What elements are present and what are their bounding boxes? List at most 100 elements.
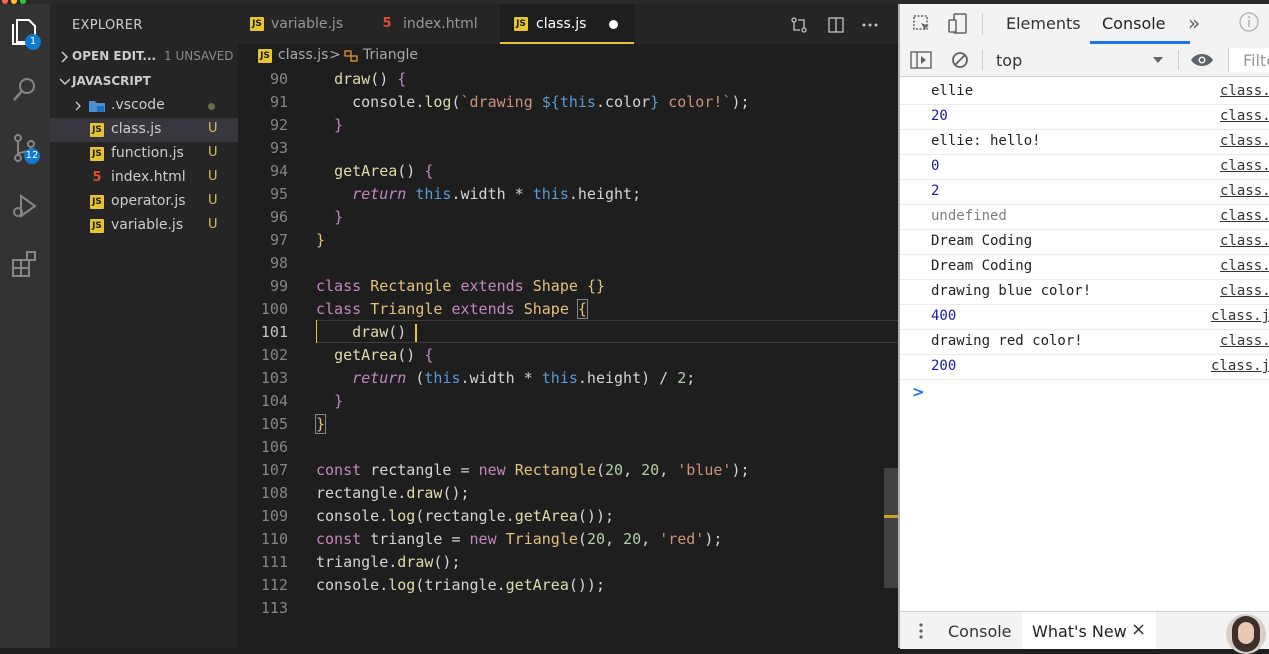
log-source-link[interactable]: class. [1220, 279, 1269, 304]
dropdown-arrow-icon [1153, 57, 1163, 63]
file-name: variable.js [111, 217, 184, 233]
drawer-tab-label: What's New [1032, 622, 1127, 641]
js-file-icon: JS [258, 49, 272, 63]
log-source-link[interactable]: class. [1220, 104, 1269, 129]
context-value: top [996, 51, 1023, 70]
scrollbar-cursor-marker [884, 515, 898, 518]
console-prompt[interactable]: > [912, 383, 925, 401]
clear-console-icon[interactable] [950, 50, 970, 70]
log-entry: 400 class.j [900, 304, 1269, 330]
tab-elements[interactable]: Elements [1006, 14, 1081, 33]
code-line: 107 const rectangle = new Rectangle(20, 2… [260, 461, 750, 479]
unsaved-count-badge: 1 UNSAVED [164, 49, 234, 63]
log-source-link[interactable]: class. [1220, 229, 1269, 254]
log-entry: ellie: hello! class. [900, 129, 1269, 155]
tab-variable-js[interactable]: JS variable.js [238, 4, 368, 44]
breadcrumb-separator: > [329, 47, 341, 63]
chevron-right-icon [75, 101, 81, 111]
chevron-down-icon [59, 78, 70, 86]
code-line: 108 rectangle.draw(); [260, 484, 470, 502]
tab-label: variable.js [271, 16, 344, 32]
code-line: 92 } [269, 116, 344, 134]
console-log-area[interactable]: ellie class. 20 class. ellie: hello! class.… [900, 77, 1269, 611]
vertical-scrollbar[interactable] [884, 468, 898, 588]
explorer-icon[interactable]: 1 [9, 16, 41, 50]
console-toolbar: top Filte [900, 44, 1269, 77]
js-file-icon: JS [90, 147, 104, 161]
log-source-link[interactable]: class. [1220, 204, 1269, 229]
drawer-tab-console[interactable]: Console [948, 622, 1012, 641]
code-line: 113 [260, 599, 288, 617]
split-editor-icon[interactable] [827, 16, 845, 34]
log-entry: ellie class. [900, 79, 1269, 105]
code-editor[interactable]: 90 draw() { 91 console.log(`drawing ${th… [238, 68, 898, 648]
code-line: 100 class Triangle extends Shape { [260, 299, 588, 319]
filter-placeholder: Filte [1243, 51, 1269, 70]
tree-item-function-js[interactable]: JS function.js U [50, 142, 238, 166]
log-source-link[interactable]: class. [1220, 329, 1269, 354]
search-icon[interactable] [9, 74, 41, 106]
breadcrumb-file[interactable]: class.js [278, 47, 328, 63]
more-actions-icon[interactable] [861, 16, 879, 34]
tree-item-variable-js[interactable]: JS variable.js U [50, 214, 238, 238]
source-control-icon[interactable]: 12 [9, 132, 41, 164]
tab-class-js[interactable]: JS class.js [500, 4, 634, 44]
html-file-icon: 5 [92, 170, 102, 185]
device-toolbar-icon[interactable] [948, 13, 968, 35]
log-entry: drawing blue color! class. [900, 279, 1269, 305]
more-tabs-button[interactable]: » [1188, 11, 1200, 35]
close-icon[interactable]: × [1131, 619, 1146, 640]
log-source-link[interactable]: class. [1220, 129, 1269, 154]
open-editors-section[interactable]: OPEN EDIT... 1 UNSAVED [50, 46, 238, 68]
log-entry: 200 class.j [900, 354, 1269, 380]
file-status: U [208, 169, 218, 184]
drawer-tab-whats-new[interactable]: What's New × [1022, 612, 1156, 649]
breadcrumb-symbol[interactable]: Triangle [363, 47, 418, 63]
explorer-badge: 1 [25, 34, 41, 50]
code-line: 106 [260, 438, 288, 456]
tab-console[interactable]: Console [1102, 14, 1166, 33]
tab-label: index.html [403, 16, 478, 32]
file-name: operator.js [111, 193, 186, 209]
file-name: .vscode [111, 97, 165, 113]
code-line: 111 triangle.draw(); [260, 553, 461, 571]
live-expression-eye-icon[interactable] [1190, 52, 1214, 68]
devtools-panel: Elements Console » top Filte ellieclass.… [898, 4, 1269, 654]
source-control-badge: 12 [24, 148, 40, 164]
compare-changes-icon[interactable] [790, 16, 808, 34]
log-source-link[interactable]: class. [1220, 154, 1269, 179]
tree-item-index-html[interactable]: 5 index.html U [50, 166, 238, 190]
tree-item-class-js[interactable]: JS class.js U [50, 118, 238, 142]
folder-label: JAVASCRIPT [72, 74, 151, 88]
show-sidebar-icon[interactable] [910, 50, 932, 70]
unsaved-dot-icon[interactable] [609, 20, 618, 29]
tree-item-vscode[interactable]: .vscode [50, 94, 238, 118]
explorer-sidebar: EXPLORER OPEN EDIT... 1 UNSAVED JAVASCRI… [50, 4, 238, 648]
filter-input[interactable]: Filte [1228, 48, 1269, 72]
code-line: 94 getArea() { [269, 162, 434, 180]
info-icon[interactable] [1238, 11, 1260, 33]
log-entry: 0 class. [900, 154, 1269, 180]
file-status: U [208, 121, 218, 136]
tab-index-html[interactable]: 5 index.html [368, 4, 500, 44]
js-file-icon: JS [90, 123, 104, 137]
log-source-link[interactable]: class. [1220, 79, 1269, 104]
file-status: U [208, 193, 218, 208]
javascript-folder-section[interactable]: JAVASCRIPT [50, 71, 238, 93]
log-source-link[interactable]: class. [1220, 254, 1269, 279]
folder-icon [89, 101, 105, 112]
inspect-element-icon[interactable] [912, 14, 932, 34]
log-source-link[interactable]: class.j [1211, 354, 1269, 379]
file-name: index.html [111, 169, 186, 185]
tree-item-operator-js[interactable]: JS operator.js U [50, 190, 238, 214]
log-source-link[interactable]: class.j [1211, 304, 1269, 329]
context-selector[interactable]: top [988, 46, 1173, 74]
code-line: 105} [260, 414, 327, 434]
extensions-icon[interactable] [9, 248, 41, 280]
code-line: 95 return this.width * this.height; [269, 185, 642, 203]
text-cursor [415, 323, 418, 342]
run-debug-icon[interactable] [9, 190, 41, 222]
drawer-menu-icon[interactable] [918, 622, 924, 640]
log-source-link[interactable]: class. [1220, 179, 1269, 204]
html-file-icon: 5 [382, 16, 392, 31]
